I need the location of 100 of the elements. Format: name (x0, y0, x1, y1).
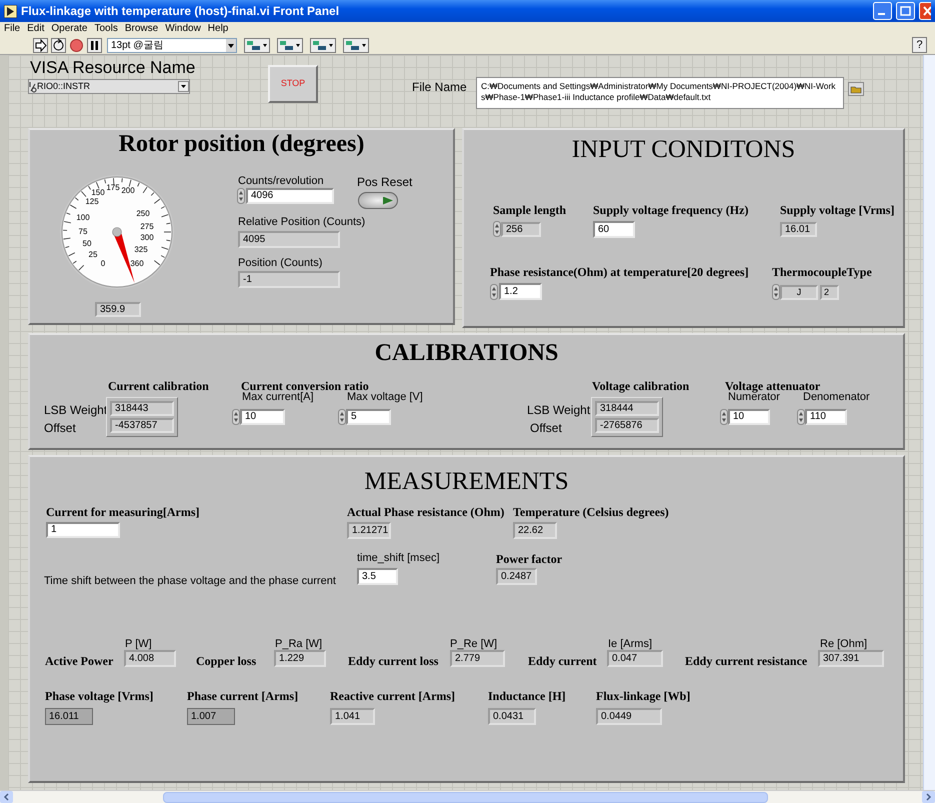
spinner-icon[interactable] (490, 284, 498, 300)
gauge-label: 250 (136, 209, 150, 218)
needle-hub (112, 227, 122, 237)
path-field[interactable]: C:₩Documents and Settings₩Administrator₩My Documents₩NI-PROJECT(2004)₩NI-Works₩Phase-1₩Phase1-iii Inductance profile₩Data₩default.txt (476, 77, 844, 109)
maximize-icon[interactable] (896, 2, 915, 20)
numeric-control[interactable]: 5 (346, 409, 391, 425)
panel-title: CALIBRATIONS (374, 341, 560, 365)
field-label: Ie [Arms] (608, 639, 652, 650)
toggle-switch[interactable] (358, 192, 398, 209)
field-label: Active Power (45, 655, 114, 667)
field-label: Max current[A] (242, 392, 314, 403)
numeric-control[interactable]: 4096 (246, 188, 334, 204)
field-label: Phase current [Arms] (187, 690, 298, 702)
panel-title: INPUT CONDITONS (570, 137, 796, 162)
ring-indicator: J (780, 285, 818, 300)
panel-title: MEASUREMENTS (363, 469, 570, 494)
caret-icon (226, 38, 236, 52)
numeric-indicator: 1.21271 (347, 522, 391, 539)
numeric-control[interactable]: 10 (728, 409, 770, 425)
gauge-label: 325 (134, 245, 148, 254)
field-label: VISA Resource Name (30, 59, 196, 76)
numeric-indicator: -4537857 (110, 418, 174, 433)
menu-item[interactable]: Tools (94, 24, 118, 34)
spinner-icon[interactable] (772, 284, 780, 300)
numeric-control[interactable]: 10 (240, 409, 285, 425)
menu-item[interactable]: Browse (124, 24, 158, 34)
horizontal-scrollbar[interactable] (0, 790, 935, 803)
field-label: Inductance [H] (488, 690, 566, 702)
menu-item[interactable]: Help (208, 24, 228, 34)
description-text: Time shift between the phase voltage and the phase current (44, 576, 336, 587)
panel-title: Rotor position (degrees) (118, 132, 366, 156)
spinner-icon[interactable] (797, 409, 805, 425)
numeric-indicator: 359.9 (95, 302, 141, 317)
gauge-label: 75 (78, 227, 88, 236)
field-label: P_Re [W] (450, 639, 498, 650)
numeric-indicator: 16.01 (780, 222, 817, 237)
numeric-control[interactable]: 1 (46, 522, 120, 538)
field-label: Temperature (Celsius degrees) (513, 506, 669, 518)
spinner-icon[interactable] (237, 188, 245, 204)
numeric-indicator: 0.047 (607, 650, 663, 667)
numeric-indicator: 318443 (110, 401, 174, 416)
numeric-control[interactable]: 3.5 (357, 568, 398, 585)
field-label: Eddy current resistance (685, 655, 808, 667)
numeric-indicator: 1.041 (330, 708, 375, 725)
field-label: Sample length (493, 204, 566, 216)
numeric-indicator: 1.229 (274, 650, 326, 667)
field-label: Voltage calibration (592, 380, 690, 392)
field-label: Supply voltage [Vrms] (780, 204, 894, 216)
numeric-control[interactable]: 110 (805, 409, 847, 425)
menu-item[interactable]: Window (165, 24, 201, 34)
menu-item[interactable]: File (4, 24, 20, 34)
window-title: Flux-linkage with temperature (host)-final.vi Front Panel (21, 3, 340, 20)
gauge-label: 50 (82, 239, 92, 248)
numeric-indicator: 0.0449 (596, 708, 662, 725)
gauge-label: 175 (106, 183, 120, 192)
numeric-indicator: -1 (238, 271, 340, 288)
field-label: Current conversion ratio (241, 380, 369, 392)
field-label: Actual Phase resistance (Ohm) (347, 506, 504, 518)
numeric-control[interactable]: 1.2 (499, 283, 542, 300)
field-label: Eddy current loss (348, 655, 438, 667)
font-dropdown[interactable]: 13pt @굴림 (107, 38, 237, 52)
field-label: Current for measuring[Arms] (46, 506, 200, 518)
numeric-indicator: 22.62 (513, 522, 557, 539)
menu-item[interactable]: Edit (27, 24, 44, 34)
folder-icon[interactable] (848, 82, 864, 96)
indicator-light (383, 196, 393, 204)
field-label: LSB Weight (527, 404, 590, 416)
field-label: Position (Counts) (238, 258, 322, 269)
spinner-icon[interactable] (720, 409, 728, 425)
spinner-icon[interactable] (493, 221, 501, 237)
field-label: Reactive current [Arms] (330, 690, 456, 702)
field-label: LSB Weight (44, 404, 108, 416)
vertical-scrollbar[interactable] (923, 55, 935, 790)
field-label: Pos Reset (357, 176, 412, 188)
field-label: Numerator (728, 392, 780, 403)
resource-dropdown[interactable]: RIO0::INSTR (28, 79, 190, 94)
gauge-label: 25 (88, 250, 98, 259)
help-button[interactable]: ? (912, 37, 927, 53)
field-label: Offset (44, 422, 76, 434)
run-continuously-icon[interactable] (51, 38, 66, 52)
spinner-icon[interactable] (232, 409, 240, 425)
field-label: time_shift [msec] (357, 553, 440, 564)
field-label: Current calibration (108, 380, 209, 392)
numeric-indicator: 256 (501, 222, 541, 237)
close-icon[interactable] (919, 2, 931, 20)
pause-icon[interactable] (87, 38, 102, 52)
spinner-icon[interactable] (338, 409, 346, 425)
field-label: Supply voltage frequency (Hz) (593, 204, 748, 216)
run-arrow-icon[interactable] (33, 38, 48, 52)
gauge-label: 125 (85, 197, 99, 206)
field-label: Voltage attenuator (725, 380, 820, 392)
numeric-indicator: 4095 (238, 231, 340, 248)
scrollbar-thumb[interactable] (163, 792, 768, 802)
field-label: Eddy current (528, 655, 597, 667)
minimize-icon[interactable] (873, 2, 892, 20)
field-label: Max voltage [V] (347, 392, 423, 403)
abort-icon[interactable] (69, 38, 84, 52)
field-label: Phase voltage [Vrms] (45, 690, 154, 702)
numeric-control[interactable]: 60 (593, 221, 635, 238)
menu-item[interactable]: Operate (51, 24, 88, 34)
